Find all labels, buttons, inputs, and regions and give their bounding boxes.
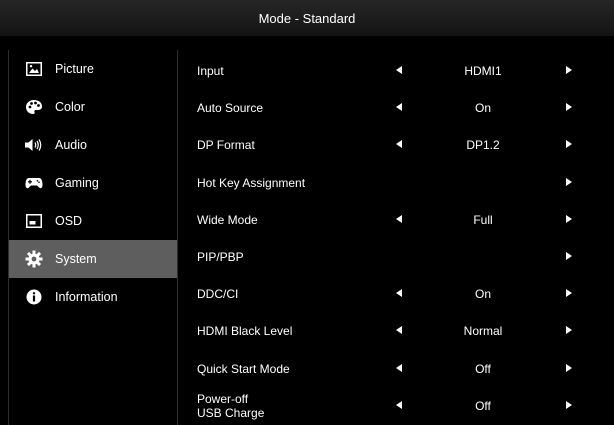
left-arrow-icon[interactable]: [396, 400, 402, 409]
setting-label: Hot Key Assignment: [197, 175, 306, 190]
sidebar-item-label: Information: [55, 290, 118, 304]
left-arrow-icon[interactable]: [396, 289, 402, 298]
sidebar-item-picture[interactable]: Picture: [9, 50, 177, 88]
gamepad-icon: [25, 175, 43, 191]
setting-label: PIP/PBP: [197, 249, 244, 264]
sidebar-item-label: Gaming: [55, 176, 99, 190]
sidebar-item-audio[interactable]: Audio: [9, 126, 177, 164]
setting-label: Power-off USB Charge: [197, 391, 265, 420]
right-arrow-icon[interactable]: [566, 400, 572, 409]
left-arrow-icon[interactable]: [396, 363, 402, 372]
right-arrow-icon[interactable]: [566, 140, 572, 149]
setting-row-ddc-ci[interactable]: DDC/CI On: [188, 275, 588, 312]
sidebar-item-system[interactable]: System: [9, 240, 177, 278]
sidebar-item-label: Audio: [55, 138, 87, 152]
right-arrow-icon[interactable]: [566, 103, 572, 112]
left-arrow-icon[interactable]: [396, 66, 402, 74]
setting-row-wide-mode[interactable]: Wide Mode Full: [188, 201, 588, 238]
setting-row-hot-key-assignment[interactable]: Hot Key Assignment: [188, 164, 588, 201]
speaker-icon: [25, 137, 43, 153]
left-arrow-icon[interactable]: [396, 103, 402, 112]
setting-label: DDC/CI: [197, 287, 239, 302]
sidebar-item-label: Picture: [55, 62, 94, 76]
setting-label: Auto Source: [197, 101, 264, 116]
right-arrow-icon[interactable]: [566, 363, 572, 372]
sidebar: Picture Color Audio Gaming OSD System In…: [8, 50, 178, 425]
setting-value: HDMI1: [464, 64, 502, 78]
setting-row-hdmi-black-level[interactable]: HDMI Black Level Normal: [188, 312, 588, 349]
setting-value: DP1.2: [466, 138, 500, 153]
setting-row-pip-pbp[interactable]: PIP/PBP: [188, 238, 588, 275]
sidebar-item-label: System: [55, 252, 97, 266]
right-arrow-icon[interactable]: [566, 251, 572, 260]
sidebar-item-label: Color: [55, 100, 85, 114]
setting-value: Normal: [463, 324, 503, 339]
left-arrow-icon[interactable]: [396, 140, 402, 149]
setting-label: Wide Mode: [197, 212, 258, 227]
setting-row-dp-format[interactable]: DP Format DP1.2: [188, 126, 588, 163]
setting-value: Off: [475, 398, 491, 413]
setting-row-power-off-usb-charge[interactable]: Power-off USB Charge Off: [188, 387, 588, 424]
setting-value: Off: [475, 361, 491, 376]
header-bar: Mode - Standard: [0, 0, 614, 40]
setting-label: HDMI Black Level: [197, 324, 293, 339]
osd-icon: [25, 213, 43, 229]
right-arrow-icon[interactable]: [566, 326, 572, 335]
page-title: Mode - Standard: [258, 11, 356, 26]
picture-icon: [25, 61, 43, 77]
osd-menu: Mode - Standard Picture Color Audio Gami…: [0, 0, 614, 425]
settings-panel: Input HDMI1 Auto Source On DP Format DP1…: [188, 52, 588, 424]
sidebar-list: Picture Color Audio Gaming OSD System In…: [9, 50, 177, 316]
palette-icon: [25, 99, 43, 115]
left-arrow-icon[interactable]: [396, 214, 402, 223]
setting-value: Full: [473, 212, 493, 227]
setting-value: On: [474, 101, 491, 116]
right-arrow-icon[interactable]: [566, 289, 572, 298]
setting-label: Quick Start Mode: [197, 361, 290, 376]
sidebar-item-gaming[interactable]: Gaming: [9, 164, 177, 202]
right-arrow-icon[interactable]: [566, 177, 572, 186]
right-arrow-icon[interactable]: [566, 214, 572, 223]
setting-row-input[interactable]: Input HDMI1: [188, 52, 588, 89]
gear-icon: [25, 250, 43, 268]
right-arrow-icon[interactable]: [566, 66, 572, 74]
sidebar-item-information[interactable]: Information: [9, 278, 177, 316]
sidebar-item-label: OSD: [55, 214, 83, 228]
setting-label: DP Format: [197, 138, 255, 153]
setting-value: On: [474, 287, 491, 302]
sidebar-item-osd[interactable]: OSD: [9, 202, 177, 240]
left-arrow-icon[interactable]: [396, 326, 402, 335]
setting-label: Input: [197, 64, 224, 78]
sidebar-item-color[interactable]: Color: [9, 88, 177, 126]
setting-row-auto-source[interactable]: Auto Source On: [188, 89, 588, 126]
info-icon: [25, 289, 43, 305]
setting-row-quick-start-mode[interactable]: Quick Start Mode Off: [188, 350, 588, 387]
